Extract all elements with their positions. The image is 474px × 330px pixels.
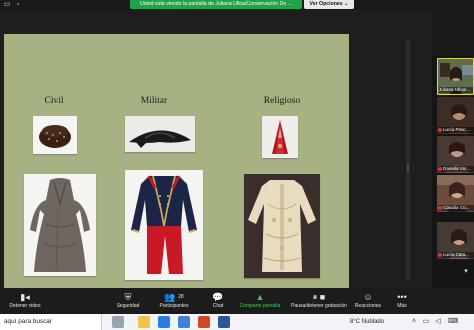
more-label: Más xyxy=(397,303,407,309)
task-view-icon[interactable] xyxy=(112,316,124,328)
civil-dress-image xyxy=(24,174,96,276)
zoom-app-icon[interactable] xyxy=(178,316,190,328)
more-button[interactable]: ••• Más xyxy=(392,291,412,313)
chat-button[interactable]: 💬 Chat xyxy=(205,291,231,313)
participant-label: Claudia Co... xyxy=(438,205,474,211)
participant-name: Lucía Pesc... xyxy=(443,127,470,132)
people-icon: 👥 xyxy=(164,292,176,302)
participants-button[interactable]: 👥 28 Participantes xyxy=(156,291,192,313)
muted-mic-icon xyxy=(438,166,442,171)
browser-icon[interactable] xyxy=(158,316,170,328)
participant-name: Juliana Ulloa/... xyxy=(439,87,473,93)
category-civil: Civil xyxy=(44,96,64,106)
participants-count: 28 xyxy=(178,294,184,300)
share-banner: Usted está viendo la pantalla de Juliana… xyxy=(130,0,302,9)
view-options-label: Ver Opciones xyxy=(309,1,343,7)
video-camera-icon: ▮◂ xyxy=(20,292,30,302)
top-bar: ▭ ▫ Usted está viendo la pantalla de Jul… xyxy=(0,0,474,10)
security-button[interactable]: ⛨ Seguridad xyxy=(110,291,146,313)
share-screen-button[interactable]: ▲ Comparte pantalla xyxy=(236,291,284,313)
windows-taskbar: aquí para buscar 8°C Nublado ˄ ▭ ◁ ⌨ xyxy=(0,314,474,330)
participant-label: Lucía Pesc... xyxy=(438,127,474,133)
meeting-toolbar: ▮◂ Detener video ⛨ Seguridad 👥 28 Partic… xyxy=(0,288,474,314)
record-pause-icon: ⏸ ■ xyxy=(312,292,326,302)
participant-label: Lucía Cara... xyxy=(438,252,474,258)
reactions-button[interactable]: ☺ Reacciones xyxy=(352,291,384,313)
religious-stole-image xyxy=(262,116,298,158)
taskbar-search-input[interactable]: aquí para buscar xyxy=(0,314,102,330)
share-screen-icon: ▲ xyxy=(255,292,265,302)
panel-resize-handle-icon[interactable]: ⁞ xyxy=(406,162,410,176)
category-militar: Militar xyxy=(140,96,168,106)
participant-label: Daniela Vin... xyxy=(438,166,474,172)
chat-bubble-icon: 💬 xyxy=(212,292,224,302)
word-icon[interactable] xyxy=(218,316,230,328)
shared-screen-area: Civil Militar Religioso ⁞ xyxy=(0,10,432,290)
network-icon[interactable]: ▭ xyxy=(422,317,430,327)
share-screen-label: Comparte pantalla xyxy=(239,303,281,309)
language-icon[interactable]: ⌨ xyxy=(448,317,458,327)
reactions-label: Reacciones xyxy=(354,303,382,309)
participant-name: Daniela Vin... xyxy=(443,166,471,171)
participant-tile[interactable]: Lucía Pesc... xyxy=(437,97,474,134)
muted-mic-icon xyxy=(438,127,442,132)
presentation-slide: Civil Militar Religioso xyxy=(4,34,349,290)
emoji-icon: ☺ xyxy=(363,292,373,302)
muted-mic-icon xyxy=(438,252,442,257)
view-options-button[interactable]: Ver Opciones ⌄ xyxy=(304,0,354,9)
more-icon: ••• xyxy=(397,292,407,302)
share-side-strip xyxy=(406,40,410,280)
security-label: Seguridad xyxy=(116,303,140,309)
pause-recording-label: Pausa/detener grabación xyxy=(291,303,347,309)
powerpoint-icon[interactable] xyxy=(198,316,210,328)
stop-video-label: Detener video xyxy=(9,303,41,309)
participant-tile[interactable]: Daniela Vin... xyxy=(437,136,474,173)
weather-widget[interactable]: 8°C Nublado xyxy=(350,317,384,327)
participant-name: Claudia Co... xyxy=(443,205,470,210)
religious-vestment-image xyxy=(244,174,320,278)
military-uniform-image xyxy=(125,170,203,280)
pause-recording-button[interactable]: ⏸ ■ Pausa/detener grabación xyxy=(288,291,350,313)
minimize-icon[interactable]: ▭ xyxy=(3,1,11,9)
chevron-up-icon[interactable]: ˄ xyxy=(410,317,418,327)
stop-video-button[interactable]: ▮◂ Detener video xyxy=(6,291,44,313)
category-religioso: Religioso xyxy=(263,96,301,106)
chevron-down-icon: ⌄ xyxy=(344,1,349,7)
chevron-down-icon[interactable]: ▾ xyxy=(461,268,471,276)
participant-tile[interactable]: Juliana Ulloa/... xyxy=(437,58,474,95)
participant-name: Lucía Cara... xyxy=(443,252,470,257)
participant-tile[interactable]: Lucía Cara... xyxy=(437,222,474,259)
civil-hat-image xyxy=(33,116,77,154)
chat-label: Chat xyxy=(212,303,224,309)
participant-tile[interactable]: Claudia Co... xyxy=(437,175,474,212)
search-placeholder: aquí para buscar xyxy=(4,318,52,325)
weather-condition: Nublado xyxy=(361,319,385,325)
shield-icon: ⛨ xyxy=(124,292,132,302)
participants-video-panel: Juliana Ulloa/... Lucía Pesc... Daniela … xyxy=(432,56,474,288)
file-explorer-icon[interactable] xyxy=(138,316,150,328)
weather-temperature: 8°C xyxy=(350,319,361,325)
window-icon[interactable]: ▫ xyxy=(14,1,22,9)
muted-mic-icon xyxy=(438,205,442,210)
military-bicorne-image xyxy=(125,116,195,152)
speaker-icon[interactable]: ◁ xyxy=(434,317,442,327)
zoom-meeting-window: ▭ ▫ Usted está viendo la pantalla de Jul… xyxy=(0,0,474,330)
participants-label: Participantes xyxy=(159,303,189,309)
participants-icon-row: 👥 28 xyxy=(156,291,192,303)
